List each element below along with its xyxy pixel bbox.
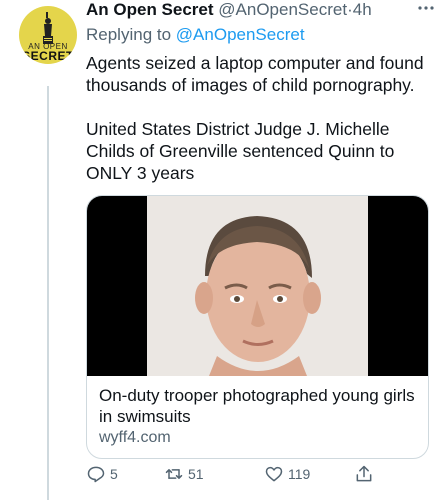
tweet-time[interactable]: 4h bbox=[353, 0, 372, 19]
tweet-body: Agents seized a laptop computer and foun… bbox=[86, 52, 436, 206]
replying-to-prefix: Replying to bbox=[86, 25, 172, 44]
heart-icon bbox=[265, 466, 283, 482]
like-button[interactable]: 119 bbox=[264, 462, 310, 486]
share-icon bbox=[356, 465, 372, 482]
retweet-icon bbox=[165, 469, 183, 479]
replying-to-line: Replying to @AnOpenSecret bbox=[86, 25, 305, 45]
retweet-count: 51 bbox=[188, 466, 204, 482]
more-horizontal-icon[interactable] bbox=[414, 0, 442, 18]
like-count: 119 bbox=[288, 466, 311, 482]
card-title[interactable]: On-duty trooper photographed young girls… bbox=[99, 385, 419, 427]
replying-to-handle[interactable]: @AnOpenSecret bbox=[176, 25, 305, 44]
tweet-header: An Open Secret @AnOpenSecret·4h bbox=[86, 0, 438, 26]
retweet-button[interactable]: 51 bbox=[164, 462, 204, 486]
avatar-text-line2: SECRET bbox=[22, 49, 74, 63]
tweet-paragraph-1: Agents seized a laptop computer and foun… bbox=[86, 53, 424, 95]
author-handle[interactable]: @AnOpenSecret bbox=[218, 0, 347, 19]
share-button[interactable] bbox=[354, 462, 374, 486]
reply-count: 5 bbox=[110, 466, 118, 482]
author-name[interactable]: An Open Secret bbox=[86, 0, 214, 19]
mugshot-photo bbox=[147, 196, 368, 376]
tweet-paragraph-2: United States District Judge J. Michelle… bbox=[86, 119, 395, 183]
statue-icon bbox=[43, 12, 53, 44]
avatar[interactable]: AN OPEN SECRET bbox=[19, 6, 77, 64]
card-domain: wyff4.com bbox=[99, 429, 171, 446]
thread-connector-line bbox=[47, 86, 49, 500]
card-image[interactable] bbox=[87, 196, 428, 376]
reply-button[interactable]: 5 bbox=[86, 462, 118, 486]
link-preview-card[interactable]: On-duty trooper photographed young girls… bbox=[86, 195, 429, 459]
reply-icon bbox=[87, 466, 105, 483]
tweet-actions-bar: 5 51 119 bbox=[86, 462, 426, 486]
